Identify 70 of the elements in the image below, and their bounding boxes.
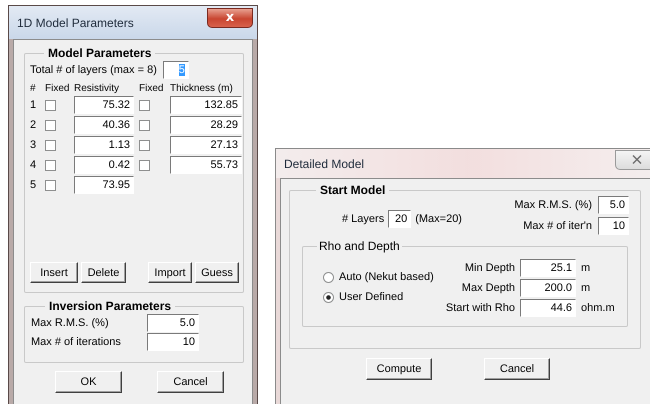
input-field[interactable]: 75.32 <box>74 96 134 114</box>
checkbox[interactable] <box>139 120 150 130</box>
checkbox[interactable] <box>139 100 150 110</box>
radio-option[interactable]: User Defined <box>323 291 434 303</box>
row-number: 3 <box>30 139 38 151</box>
group-title: Model Parameters <box>47 46 152 60</box>
input-field[interactable]: 200.0 <box>520 279 576 297</box>
row-number: 1 <box>30 99 38 111</box>
row-number: 4 <box>30 159 38 171</box>
field-label: Max Depth <box>462 282 515 294</box>
field-label: Max # of iterations <box>31 336 121 348</box>
input-field[interactable]: 20 <box>388 210 412 228</box>
unit-label: m <box>581 282 592 294</box>
input-field[interactable]: 55.73 <box>170 156 242 174</box>
unit-label: m <box>581 262 592 274</box>
input-field[interactable]: 10 <box>147 332 199 350</box>
checkbox[interactable] <box>45 140 56 150</box>
ok-button[interactable]: OK <box>55 371 122 393</box>
input-field[interactable]: 28.29 <box>170 116 242 134</box>
group-title: Inversion Parameters <box>48 299 172 313</box>
field-label: Max R.M.S. (%) <box>31 316 109 328</box>
input-field[interactable]: 27.13 <box>170 136 242 154</box>
input-field[interactable]: 5.0 <box>147 314 199 332</box>
row-number: 2 <box>30 119 38 131</box>
column-header: Fixed <box>45 83 70 94</box>
unit-label: ohm.m <box>581 302 613 314</box>
group-title: Rho and Depth <box>318 239 401 253</box>
checkbox[interactable] <box>45 160 56 170</box>
import-button[interactable]: Import <box>148 262 192 283</box>
delete-button[interactable]: Delete <box>81 262 126 283</box>
input-field[interactable]: 132.85 <box>170 96 242 114</box>
field-label: Total # of layers (max = 8) <box>30 64 157 76</box>
input-field[interactable]: 1.13 <box>74 136 134 154</box>
guess-button[interactable]: Guess <box>195 262 239 283</box>
cancel-button[interactable]: Cancel <box>157 371 224 393</box>
insert-button[interactable]: Insert <box>30 262 78 283</box>
radio-button[interactable] <box>323 292 334 302</box>
close-button[interactable] <box>615 150 650 170</box>
field-label: Min Depth <box>464 262 515 274</box>
checkbox[interactable] <box>45 120 56 130</box>
input-field[interactable]: 40.36 <box>74 116 134 134</box>
close-button[interactable]: x <box>207 8 253 28</box>
field-label: Max R.M.S. (%) <box>514 198 592 210</box>
row-number: 5 <box>30 179 38 191</box>
field-label: Start with Rho <box>446 302 515 314</box>
column-header: # <box>30 83 37 94</box>
input-field[interactable]: 5.0 <box>598 196 629 214</box>
group-title: Start Model <box>319 183 386 197</box>
input-field[interactable]: 0.42 <box>74 156 134 174</box>
field-label: Max # of iter'n <box>523 220 592 232</box>
window-title: Detailed Model <box>284 156 364 170</box>
input-field[interactable]: 44.6 <box>520 299 576 317</box>
column-header: Resistivity <box>74 83 120 94</box>
checkbox[interactable] <box>45 100 56 110</box>
cancel-button[interactable]: Cancel <box>484 358 550 380</box>
field-label: # Layers <box>342 213 384 225</box>
option-label: User Defined <box>339 291 404 303</box>
column-header: Thickness (m) <box>170 83 234 94</box>
window-title: 1D Model Parameters <box>17 16 134 30</box>
checkbox[interactable] <box>45 180 56 190</box>
checkbox[interactable] <box>139 140 150 150</box>
radio-button[interactable] <box>323 272 334 282</box>
field-hint: (Max=20) <box>415 213 462 225</box>
input-field[interactable]: 25.1 <box>520 259 576 277</box>
compute-button[interactable]: Compute <box>366 358 432 380</box>
checkbox[interactable] <box>139 160 150 170</box>
input-field[interactable]: 73.95 <box>74 176 134 194</box>
close-icon <box>632 155 642 164</box>
column-header: Fixed <box>139 83 164 94</box>
input-field[interactable]: 10 <box>598 216 629 234</box>
